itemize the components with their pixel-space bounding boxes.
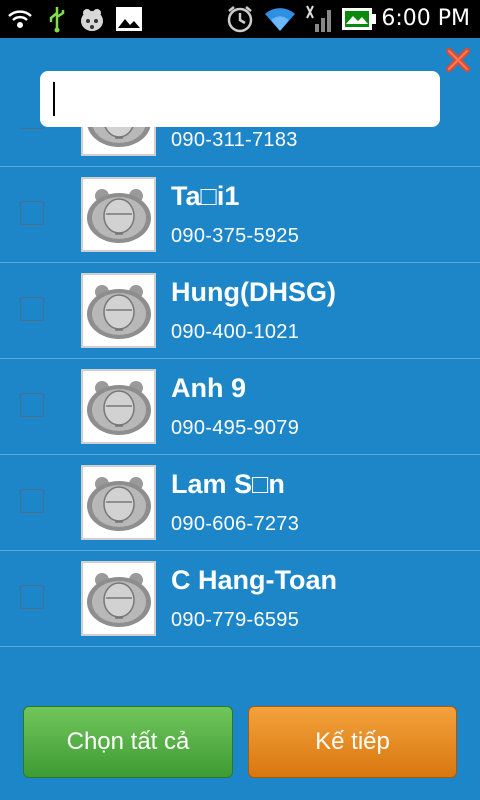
contact-checkbox[interactable] — [20, 585, 44, 609]
contact-row[interactable]: Ta□i1 090-375-5925 — [0, 167, 480, 263]
contact-row[interactable]: C Hang-Toan 090-779-6595 — [0, 551, 480, 647]
contact-row[interactable]: Anh 9 090-495-9079 — [0, 359, 480, 455]
contact-name: Hung(DHSG) — [171, 277, 336, 307]
contact-row[interactable]: Hung(DHSG) 090-400-1021 — [0, 263, 480, 359]
battery-icon — [340, 4, 378, 34]
contact-checkbox[interactable] — [20, 297, 44, 321]
status-time: 6:00 PM — [381, 6, 470, 31]
contact-name: C Hang-Toan — [171, 565, 337, 595]
usb-icon — [44, 4, 70, 34]
contact-phone: 090-400-1021 — [171, 321, 300, 343]
contact-avatar — [81, 273, 156, 348]
contact-row[interactable]: Lam S□n 090-606-7273 — [0, 455, 480, 551]
bug-icon — [76, 4, 108, 34]
contact-phone: 090-779-6595 — [171, 609, 300, 631]
search-input[interactable] — [40, 71, 440, 127]
next-button[interactable]: Kế tiếp — [248, 706, 457, 778]
contact-name: Ta□i1 — [171, 181, 240, 211]
contact-row[interactable]: Tan ToanSVA090-311-7183 — [0, 127, 480, 167]
contact-name: Lam S□n — [171, 469, 285, 499]
contact-list[interactable]: Tan ToanSVA090-311-7183 Ta□i1 090-375-5925… — [0, 127, 480, 684]
contact-avatar — [81, 369, 156, 444]
contact-checkbox[interactable] — [20, 201, 44, 225]
wifi-icon — [262, 4, 298, 34]
select-all-button[interactable]: Chọn tất cả — [23, 706, 233, 778]
contact-avatar — [81, 465, 156, 540]
contact-phone: 090-495-9079 — [171, 417, 300, 439]
contact-phone: 090-375-5925 — [171, 225, 300, 247]
wifi-hotspot-icon — [6, 4, 34, 34]
text-cursor — [53, 82, 55, 116]
close-button[interactable] — [444, 46, 472, 74]
contact-avatar — [81, 177, 156, 252]
contact-phone: 090-606-7273 — [171, 513, 300, 535]
contact-checkbox[interactable] — [20, 127, 44, 129]
contact-avatar — [81, 561, 156, 636]
signal-icon — [300, 4, 334, 34]
alarm-icon — [224, 4, 256, 34]
close-icon — [446, 48, 470, 72]
contact-checkbox[interactable] — [20, 393, 44, 417]
contact-checkbox[interactable] — [20, 489, 44, 513]
image-icon — [114, 4, 144, 34]
status-bar: 6:00 PM — [0, 0, 480, 38]
contact-avatar — [81, 127, 156, 156]
contact-name: Anh 9 — [171, 373, 247, 403]
contact-phone: 090-311-7183 — [171, 129, 298, 151]
